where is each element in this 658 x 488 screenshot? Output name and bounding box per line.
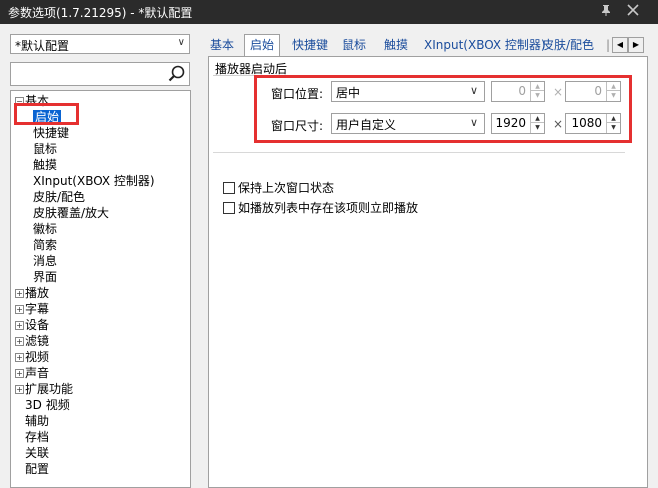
tree-item[interactable]: + 播放: [15, 285, 49, 301]
tree-item[interactable]: 皮肤覆盖/放大: [33, 205, 109, 221]
tree-item[interactable]: 皮肤/配色: [33, 189, 85, 205]
tree-item-label: 字幕: [25, 302, 50, 316]
checkbox-label: 保持上次窗口状态: [238, 181, 335, 195]
tree-item-label: 简索: [33, 238, 58, 252]
tab-hotkeys[interactable]: 快捷键: [292, 36, 328, 56]
profile-value: *默认配置: [15, 39, 70, 53]
search-input[interactable]: [10, 62, 190, 86]
tree-item-label: 关联: [25, 446, 50, 460]
tree-item[interactable]: + 设备: [15, 317, 49, 333]
tab-scroll-left-icon[interactable]: ◀: [612, 37, 628, 53]
tree-item[interactable]: + 视频: [15, 349, 49, 365]
tree-item[interactable]: + 扩展功能: [15, 381, 73, 397]
checkbox-box[interactable]: [223, 202, 235, 214]
tree-item-label: 皮肤/配色: [33, 190, 86, 204]
tree-item-label: 快捷键: [33, 126, 70, 140]
tree-item-label: 触摸: [33, 158, 58, 172]
tree-item-label: 界面: [33, 270, 58, 284]
tab-basic[interactable]: 基本: [210, 36, 234, 56]
tree-item[interactable]: 快捷键: [33, 125, 69, 141]
tree-item[interactable]: + 滤镜: [15, 333, 49, 349]
tab-bar: 基本 启始 快捷键 鼠标 触摸 XInput(XBOX 控制器) 皮肤/配色 |…: [208, 34, 648, 57]
tab-startup[interactable]: 启始: [244, 34, 281, 57]
expand-icon[interactable]: +: [15, 321, 24, 330]
tab-overflow[interactable]: |: [606, 36, 610, 56]
tree-item[interactable]: 鼠标: [33, 141, 57, 157]
tree-item-label: 声音: [25, 366, 50, 380]
pin-icon[interactable]: [598, 3, 614, 19]
tree-item[interactable]: 配置: [25, 461, 49, 477]
expand-icon[interactable]: +: [15, 385, 24, 394]
tree-item-label: 消息: [33, 254, 58, 268]
tree-item-label: 扩展功能: [25, 382, 74, 396]
tree-item-label: 视频: [25, 350, 50, 364]
checkbox-label: 如播放列表中存在该项则立即播放: [238, 201, 419, 215]
tree-item[interactable]: 简索: [33, 237, 57, 253]
tree-item[interactable]: + 声音: [15, 365, 49, 381]
tree-item[interactable]: 触摸: [33, 157, 57, 173]
title-bar: 参数选项(1.7.21295) - *默认配置: [0, 0, 658, 24]
profile-dropdown[interactable]: *默认配置 ∨: [10, 34, 190, 54]
tree-item[interactable]: 3D 视频: [25, 397, 70, 413]
highlight-box: [254, 75, 632, 143]
play-if-in-playlist-checkbox[interactable]: 如播放列表中存在该项则立即播放: [223, 199, 418, 216]
tree-item-label: 徽标: [33, 222, 58, 236]
window-title: 参数选项(1.7.21295) - *默认配置: [8, 6, 193, 20]
tree-item[interactable]: + 字幕: [15, 301, 49, 317]
settings-tree[interactable]: − 基本 启始 快捷键 鼠标 触摸 XInput(XBOX 控制器) 皮肤/配色 皮肤覆盖/放大…: [10, 90, 191, 488]
tab-scroll-right-icon[interactable]: ▶: [628, 37, 644, 53]
checkbox-box[interactable]: [223, 182, 235, 194]
tree-item-label: 存档: [25, 430, 50, 444]
tree-item[interactable]: 徽标: [33, 221, 57, 237]
tree-item[interactable]: 关联: [25, 445, 49, 461]
close-icon[interactable]: [624, 1, 642, 19]
tree-item[interactable]: 辅助: [25, 413, 49, 429]
tree-item-label: 3D 视频: [25, 398, 70, 412]
tree-item-label: 辅助: [25, 414, 50, 428]
tree-item-label: 鼠标: [33, 142, 58, 156]
tree-item[interactable]: 消息: [33, 253, 57, 269]
tree-item[interactable]: 存档: [25, 429, 49, 445]
expand-icon[interactable]: +: [15, 337, 24, 346]
tab-xinput[interactable]: XInput(XBOX 控制器): [424, 36, 546, 56]
tree-item[interactable]: 界面: [33, 269, 57, 285]
dialog-client: *默认配置 ∨ − 基本 启始 快捷键 鼠标 触摸 XInput(XBOX 控制器) 皮肤/配…: [0, 24, 658, 488]
section-divider: [213, 152, 625, 153]
tab-touch[interactable]: 触摸: [384, 36, 408, 56]
tab-mouse[interactable]: 鼠标: [342, 36, 366, 56]
expand-icon[interactable]: +: [15, 353, 24, 362]
expand-icon[interactable]: +: [15, 305, 24, 314]
chevron-down-icon: ∨: [177, 37, 185, 48]
highlight-box: [14, 103, 79, 125]
tree-item-label: XInput(XBOX 控制器): [33, 174, 155, 188]
tree-item-label: 皮肤覆盖/放大: [33, 206, 110, 220]
expand-icon[interactable]: +: [15, 369, 24, 378]
tree-item-label: 滤镜: [25, 334, 50, 348]
tree-item-label: 设备: [25, 318, 50, 332]
tab-page-startup: 播放器启动后 窗口位置: 居中 ∨ 0 ▲ ▼ × 0 ▲ ▼ 窗口尺寸: 用户自定…: [208, 56, 648, 488]
tree-item-label: 播放: [25, 286, 50, 300]
search-icon[interactable]: [167, 64, 187, 84]
tree-item-label: 配置: [25, 462, 50, 476]
remember-window-state-checkbox[interactable]: 保持上次窗口状态: [223, 179, 334, 196]
tab-skin[interactable]: 皮肤/配色: [542, 36, 594, 56]
tree-item[interactable]: XInput(XBOX 控制器): [33, 173, 155, 189]
expand-icon[interactable]: +: [15, 289, 24, 298]
